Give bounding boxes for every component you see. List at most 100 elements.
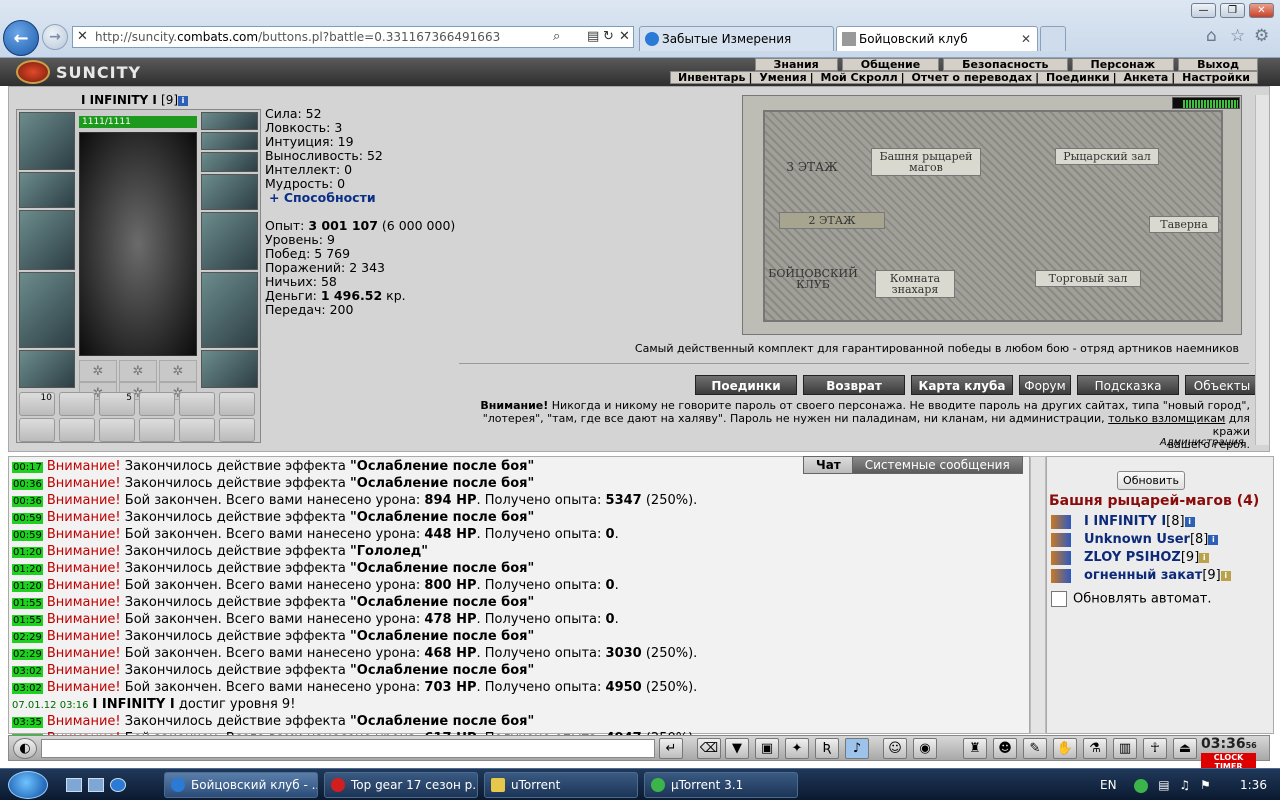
translit-icon[interactable]: Ʀ xyxy=(815,738,839,759)
map-floor2[interactable]: 2 ЭТАЖ xyxy=(779,212,885,229)
volume-icon[interactable]: ♫ xyxy=(1179,778,1190,792)
boots-slot[interactable] xyxy=(201,350,258,388)
new-tab-button[interactable] xyxy=(1040,26,1066,51)
menu-settings[interactable]: Настройки xyxy=(1179,71,1253,84)
back-button[interactable]: ← xyxy=(3,20,39,56)
character-name[interactable]: I INFINITY I [9] i xyxy=(81,93,189,107)
return-button[interactable]: Возврат xyxy=(803,375,905,395)
menu-security[interactable]: Безопасность xyxy=(943,58,1068,71)
chat-mode-icon[interactable]: ◐ xyxy=(13,738,37,759)
chat-input[interactable] xyxy=(41,739,655,758)
belt-item-empty[interactable] xyxy=(219,418,255,442)
checkbox-icon[interactable] xyxy=(1051,591,1067,607)
room-user[interactable]: Unknown User[8] i xyxy=(1051,532,1219,547)
belt-item-cards[interactable] xyxy=(179,392,215,416)
group-icon[interactable]: ☥ xyxy=(1143,738,1167,759)
belt-item-silhouette[interactable] xyxy=(19,418,55,442)
hint-button[interactable]: Подсказка xyxy=(1077,375,1179,395)
taskbar-item[interactable]: Бойцовский клуб - ... xyxy=(164,772,318,798)
tray-clock[interactable]: 1:36 xyxy=(1240,769,1267,801)
menu-communication[interactable]: Общение xyxy=(841,58,940,71)
duels-button[interactable]: Поединки xyxy=(695,375,797,395)
scroll-icon[interactable]: ✎ xyxy=(1023,738,1047,759)
refresh-button[interactable]: Обновить xyxy=(1117,471,1185,490)
taskbar-item[interactable]: uTorrent xyxy=(484,772,638,798)
room-user[interactable]: I INFINITY I[8] i xyxy=(1051,514,1195,529)
clan-icon[interactable]: ◉ xyxy=(913,738,937,759)
info-icon[interactable]: i xyxy=(1208,534,1219,545)
menu-profile[interactable]: Анкета xyxy=(1120,71,1171,84)
map-caption[interactable]: Самый действенный комплект для гарантиро… xyxy=(459,342,1239,355)
map-floor3[interactable]: 3 ЭТАЖ xyxy=(769,160,855,175)
map-trade[interactable]: Торговый зал xyxy=(1035,270,1141,287)
user-action-icon[interactable] xyxy=(1051,532,1071,547)
close-window-button[interactable]: ✕ xyxy=(1249,3,1274,18)
info-icon[interactable]: i xyxy=(1199,552,1210,563)
map-tavern[interactable]: Таверна xyxy=(1149,216,1219,233)
eraser-icon[interactable]: ⌫ xyxy=(697,738,721,759)
belt-item-frost[interactable] xyxy=(179,418,215,442)
map-healer[interactable]: Комната знахаря xyxy=(875,270,955,298)
auto-refresh-checkbox[interactable]: Обновлять автомат. xyxy=(1051,591,1212,607)
map-club[interactable]: БОЙЦОВСКИЙ КЛУБ xyxy=(765,266,861,292)
belt-item-medkit[interactable] xyxy=(59,418,95,442)
fighter-icon[interactable]: ✦ xyxy=(785,738,809,759)
belt-item-empty[interactable] xyxy=(219,392,255,416)
compat-icon[interactable]: ▤ xyxy=(587,27,599,47)
main-scrollbar[interactable] xyxy=(1255,95,1269,445)
maximize-button[interactable]: ❐ xyxy=(1220,3,1245,18)
menu-skills[interactable]: Умения xyxy=(756,71,809,84)
club-map-button[interactable]: Карта клуба xyxy=(911,375,1013,395)
switch-windows-icon[interactable] xyxy=(88,778,104,792)
address-bar[interactable]: ✕ http://suncity.combats.com/buttons.pl?… xyxy=(72,26,634,48)
tab-combats[interactable]: Бойцовский клуб ✕ xyxy=(836,26,1038,51)
info-icon[interactable]: i xyxy=(1184,516,1195,527)
amulet-slot[interactable] xyxy=(201,132,258,150)
chat-log[interactable]: 00:17 Внимание! Закончилось действие эффе… xyxy=(8,456,1030,746)
network-icon[interactable]: ▤ xyxy=(1158,778,1169,792)
belt-item-ice[interactable]: 5 xyxy=(99,392,135,416)
objects-button[interactable]: Объекты xyxy=(1185,375,1259,395)
home-icon[interactable]: ⌂ xyxy=(1206,26,1217,46)
start-button[interactable] xyxy=(8,771,48,799)
rune-slot[interactable]: ✲ xyxy=(159,360,197,382)
lock-icon[interactable]: ▥ xyxy=(1113,738,1137,759)
flag-icon[interactable]: ⚑ xyxy=(1200,778,1211,792)
bracers-slot[interactable] xyxy=(19,172,75,208)
user-action-icon[interactable] xyxy=(1051,514,1071,529)
map-tower[interactable]: Башня рыцарей магов xyxy=(871,148,981,176)
character-avatar[interactable] xyxy=(79,132,197,356)
map-knights-hall[interactable]: Рыцарский зал xyxy=(1055,148,1159,165)
exit-icon[interactable]: ⏏ xyxy=(1173,738,1197,759)
armor-slot[interactable] xyxy=(19,272,75,348)
send-icon[interactable]: ↵ xyxy=(659,738,683,759)
belt-item-frost[interactable] xyxy=(139,392,175,416)
utorrent-tray-icon[interactable] xyxy=(1134,778,1149,793)
belt-slot[interactable] xyxy=(19,350,75,388)
favorites-star-icon[interactable]: ☆ xyxy=(1230,26,1245,46)
stop-icon[interactable]: ✕ xyxy=(619,27,630,47)
potion-icon[interactable]: ⚗ xyxy=(1083,738,1107,759)
room-user[interactable]: огненный закат[9] i xyxy=(1051,568,1231,583)
belt-item-scroll[interactable] xyxy=(59,392,95,416)
menu-scroll[interactable]: Мой Скролл xyxy=(818,71,901,84)
earrings-slot[interactable] xyxy=(201,112,258,130)
tab-system-messages[interactable]: Системные сообщения xyxy=(851,456,1023,474)
rune-slot[interactable]: ✲ xyxy=(119,360,157,382)
rings-slot[interactable] xyxy=(201,152,258,172)
minimize-button[interactable]: — xyxy=(1191,3,1216,18)
room-user[interactable]: ZLOY PSIHOZ[9] i xyxy=(1051,550,1210,565)
ie-quicklaunch-icon[interactable] xyxy=(110,778,126,792)
info-icon[interactable]: i xyxy=(1220,570,1231,581)
music-icon[interactable]: ♪ xyxy=(845,738,869,759)
weapon-slot[interactable] xyxy=(19,210,75,270)
leggings-slot[interactable] xyxy=(201,272,258,348)
chat-scrollbar[interactable] xyxy=(1030,456,1046,734)
refresh-icon[interactable]: ↻ xyxy=(603,27,614,47)
user-action-icon[interactable] xyxy=(1051,568,1071,583)
gloves-slot[interactable] xyxy=(201,174,258,210)
rune-slot[interactable]: ✲ xyxy=(79,360,117,382)
mask-icon[interactable]: ☻ xyxy=(993,738,1017,759)
smiley-icon[interactable]: ☺ xyxy=(883,738,907,759)
save-icon[interactable]: ▣ xyxy=(755,738,779,759)
